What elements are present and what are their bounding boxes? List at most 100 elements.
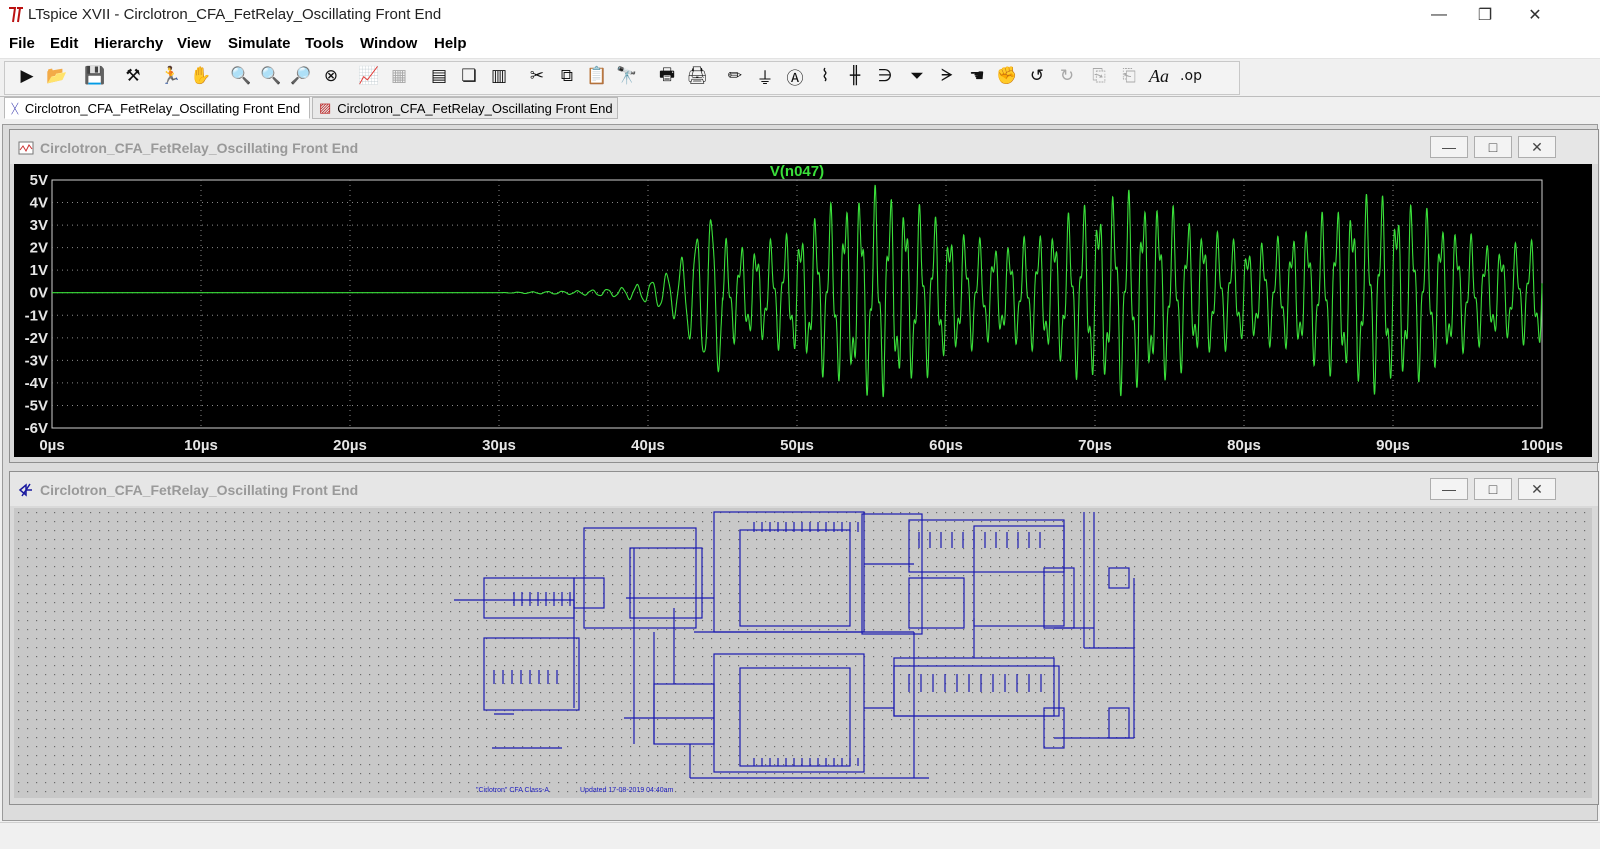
y-tick-label: 0V <box>30 285 48 302</box>
y-tick-label: 5V <box>30 172 48 189</box>
zoom-in-icon[interactable]: 🔍 <box>228 63 254 89</box>
zoom-area-icon[interactable]: 🔍 <box>258 63 284 89</box>
x-tick-label: 30µs <box>482 437 516 454</box>
move-icon[interactable]: ☚ <box>964 63 990 89</box>
menu-hierarchy[interactable]: Hierarchy <box>94 35 163 52</box>
ltspice-logo-icon <box>9 7 23 23</box>
menu-window[interactable]: Window <box>360 35 417 52</box>
print-icon[interactable]: 🖶 <box>654 63 680 89</box>
rotate-icon[interactable]: ⎘ <box>1086 63 1112 89</box>
y-tick-label: -4V <box>25 375 48 392</box>
schematic-grid <box>14 508 1592 798</box>
tile-horizontal-icon[interactable]: ▤ <box>426 63 452 89</box>
schematic-close-button[interactable]: ✕ <box>1518 478 1556 500</box>
find-icon[interactable]: 🔭 <box>614 63 640 89</box>
toolbar: ▶ 📂 💾 ⚒ 🏃 ✋ 🔍 🔍 🔎 ⊗ 📈 ▦ ▤ ❏ ▥ ✂ ⧉ 📋 🔭 🖶 … <box>0 59 1600 97</box>
cascade-icon[interactable]: ❏ <box>456 63 482 89</box>
window-title: LTspice XVII - Circlotron_CFA_FetRelay_O… <box>28 6 442 23</box>
waveform-icon <box>18 141 34 155</box>
tab-label: Circlotron_CFA_FetRelay_Oscillating Fron… <box>24 100 301 116</box>
control-panel-icon[interactable]: ⚒ <box>120 63 146 89</box>
menu-help[interactable]: Help <box>434 35 467 52</box>
title-bar: LTspice XVII - Circlotron_CFA_FetRelay_O… <box>0 0 1600 30</box>
x-tick-label: 80µs <box>1227 437 1261 454</box>
schematic-minimize-button[interactable]: — <box>1430 478 1468 500</box>
schematic-window-title: Circlotron_CFA_FetRelay_Oscillating Fron… <box>40 482 359 498</box>
drag-icon[interactable]: ✊ <box>994 63 1020 89</box>
minimize-button[interactable]: — <box>1416 0 1462 30</box>
tile-vertical-icon[interactable]: ▥ <box>486 63 512 89</box>
x-tick-label: 20µs <box>333 437 367 454</box>
y-tick-label: 1V <box>30 262 48 279</box>
cut-icon[interactable]: ✂ <box>524 63 550 89</box>
halt-icon[interactable]: 🏃 <box>158 63 184 89</box>
plot-maximize-button[interactable]: □ <box>1474 136 1512 158</box>
y-tick-label: -3V <box>25 352 48 369</box>
run-icon[interactable]: ▶ <box>14 63 40 89</box>
zoom-fit-icon[interactable]: ⊗ <box>318 63 344 89</box>
x-tick-label: 70µs <box>1078 437 1112 454</box>
capacitor-icon[interactable]: ╫ <box>842 63 868 89</box>
schematic-caption-left: "Cirlotron" CFA Class-A <box>476 787 549 794</box>
y-tick-label: 2V <box>30 240 48 257</box>
inductor-icon[interactable]: ∋ <box>872 63 898 89</box>
save-icon[interactable]: 💾 <box>82 63 108 89</box>
open-icon[interactable]: 📂 <box>44 63 70 89</box>
status-bar <box>0 822 1600 849</box>
spice-directive-icon[interactable]: .op <box>1178 63 1204 89</box>
print-setup-icon[interactable]: 🖨 <box>684 63 710 89</box>
waveform-icon[interactable]: ▦ <box>386 63 412 89</box>
diode-icon[interactable]: ⏷ <box>904 63 930 89</box>
document-tabs: ᚷ Circlotron_CFA_FetRelay_Oscillating Fr… <box>0 97 1600 121</box>
redo-icon[interactable]: ↻ <box>1054 63 1080 89</box>
mirror-icon[interactable]: ⎗ <box>1116 63 1142 89</box>
menu-view[interactable]: View <box>177 35 211 52</box>
undo-icon[interactable]: ↺ <box>1024 63 1050 89</box>
draw-wire-icon[interactable]: ✏ <box>722 63 748 89</box>
autorange-icon[interactable]: 📈 <box>356 63 382 89</box>
tab-waveform[interactable]: ▨ Circlotron_CFA_FetRelay_Oscillating Fr… <box>312 97 618 119</box>
plot-window-titlebar[interactable]: Circlotron_CFA_FetRelay_Oscillating Fron… <box>10 130 1598 164</box>
resistor-icon[interactable]: ⌇ <box>812 63 838 89</box>
tab-schematic[interactable]: ᚷ Circlotron_CFA_FetRelay_Oscillating Fr… <box>4 97 310 119</box>
restore-button[interactable]: ❐ <box>1462 0 1508 30</box>
x-tick-label: 0µs <box>39 437 64 454</box>
mdi-area: Circlotron_CFA_FetRelay_Oscillating Fron… <box>2 124 1599 821</box>
plot-background <box>14 164 1592 457</box>
plot-minimize-button[interactable]: — <box>1430 136 1468 158</box>
close-button[interactable]: ✕ <box>1512 0 1558 30</box>
y-tick-label: 3V <box>30 217 48 234</box>
x-tick-label: 10µs <box>184 437 218 454</box>
label-net-icon[interactable]: Ⓐ <box>782 63 808 89</box>
trace-title[interactable]: V(n047) <box>770 164 824 180</box>
pan-icon[interactable]: ✋ <box>188 63 214 89</box>
y-tick-label: 4V <box>30 195 48 212</box>
schematic-window[interactable]: Circlotron_CFA_FetRelay_Oscillating Fron… <box>9 471 1599 805</box>
paste-icon[interactable]: 📋 <box>584 63 610 89</box>
menu-file[interactable]: File <box>9 35 35 52</box>
copy-icon[interactable]: ⧉ <box>554 63 580 89</box>
y-tick-label: -6V <box>25 420 48 437</box>
y-tick-label: -5V <box>25 397 48 414</box>
y-tick-label: -2V <box>25 330 48 347</box>
x-tick-label: 100µs <box>1521 437 1563 454</box>
text-icon[interactable]: Aa <box>1146 63 1172 89</box>
ground-icon[interactable]: ⏚ <box>752 63 778 89</box>
plot-window[interactable]: Circlotron_CFA_FetRelay_Oscillating Fron… <box>9 129 1599 463</box>
menu-simulate[interactable]: Simulate <box>228 35 291 52</box>
zoom-out-icon[interactable]: 🔎 <box>288 63 314 89</box>
menu-edit[interactable]: Edit <box>50 35 78 52</box>
waveform-icon: ▨ <box>319 100 332 115</box>
tab-label: Circlotron_CFA_FetRelay_Oscillating Fron… <box>337 100 613 116</box>
schematic-canvas[interactable]: "Cirlotron" CFA Class-A Updated 17-08-20… <box>14 508 1592 798</box>
plot-close-button[interactable]: ✕ <box>1518 136 1556 158</box>
menu-bar: File Edit Hierarchy View Simulate Tools … <box>0 30 1600 59</box>
schematic-window-titlebar[interactable]: Circlotron_CFA_FetRelay_Oscillating Fron… <box>10 472 1598 506</box>
waveform-plot[interactable]: 0µs 10µs 20µs 30µs 40µs 50µs 60µs 70µs 80µs 90µs 1… <box>14 164 1592 457</box>
y-tick-label: -1V <box>25 307 48 324</box>
schematic-maximize-button[interactable]: □ <box>1474 478 1512 500</box>
x-tick-label: 50µs <box>780 437 814 454</box>
x-tick-label: 90µs <box>1376 437 1410 454</box>
menu-tools[interactable]: Tools <box>305 35 344 52</box>
component-icon[interactable]: ᗒ <box>934 63 960 89</box>
